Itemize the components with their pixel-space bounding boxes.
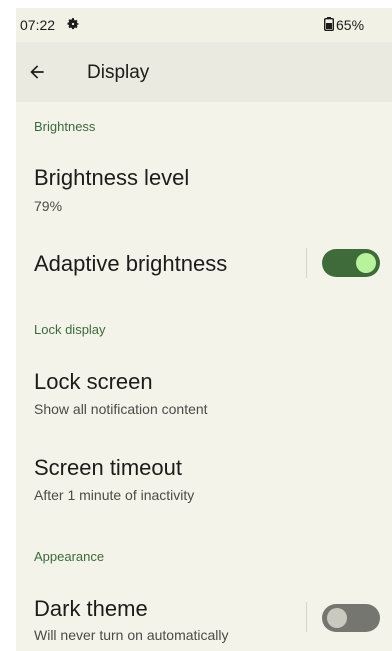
page-title: Display [87, 62, 150, 83]
status-time: 07:22 [20, 17, 56, 33]
lock-screen-title: Lock screen [34, 369, 153, 394]
settings-screen: 07:22 65% Display Brightness Brightness … [16, 8, 392, 651]
app-bar: Display [16, 42, 392, 102]
dark-theme-title: Dark theme [34, 596, 148, 621]
divider [306, 248, 307, 278]
section-header-brightness: Brightness [34, 119, 96, 134]
device-frame: 07:22 65% Display Brightness Brightness … [0, 0, 392, 651]
divider [306, 602, 307, 632]
status-bar: 07:22 65% [16, 8, 392, 42]
dark-theme-subtitle: Will never turn on automatically [34, 627, 229, 643]
section-header-lock-display: Lock display [34, 322, 106, 337]
lock-screen-subtitle: Show all notification content [34, 401, 208, 417]
battery-icon [324, 17, 334, 31]
screen-timeout-subtitle: After 1 minute of inactivity [34, 487, 195, 503]
toggle-knob [327, 608, 347, 628]
adaptive-brightness-title: Adaptive brightness [34, 251, 228, 276]
adaptive-brightness-toggle[interactable] [322, 249, 380, 277]
toggle-knob [356, 253, 376, 273]
battery-percentage: 65% [336, 17, 365, 33]
screen-timeout-title: Screen timeout [34, 455, 182, 480]
back-arrow-icon[interactable] [27, 62, 47, 82]
dark-theme-toggle[interactable] [322, 604, 380, 632]
gear-icon [67, 18, 79, 30]
brightness-level-title: Brightness level [34, 165, 190, 190]
brightness-level-value: 79% [34, 198, 63, 214]
section-header-appearance: Appearance [34, 549, 105, 564]
